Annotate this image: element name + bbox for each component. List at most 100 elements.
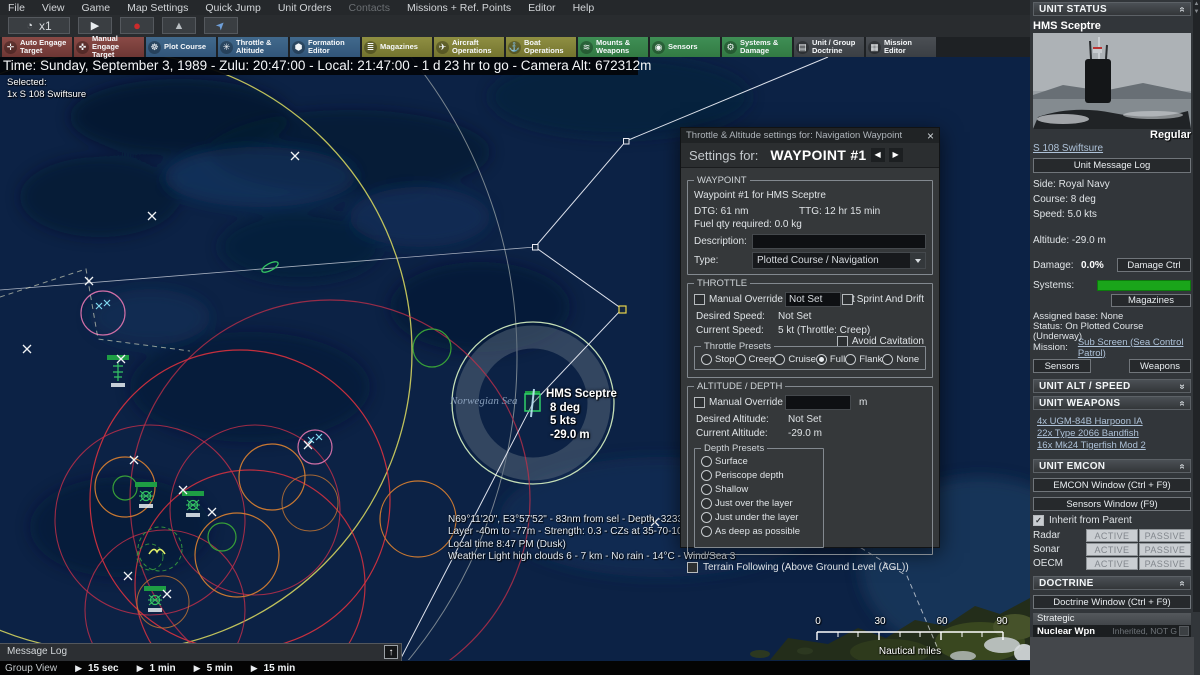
next-waypoint-button[interactable]: ▶: [888, 148, 903, 162]
inherit-from-parent-checkbox[interactable]: ✓: [1033, 515, 1044, 526]
waypoint-marker[interactable]: [623, 138, 630, 145]
sensors-sidebar-button[interactable]: Sensors: [1033, 359, 1091, 373]
sidebar-scrollbar[interactable]: ▲ ▼: [1193, 0, 1200, 612]
close-icon[interactable]: ×: [927, 130, 934, 142]
sprint-drift-checkbox[interactable]: [841, 294, 853, 305]
oecm-active-button[interactable]: ACTIVE: [1086, 557, 1138, 570]
interval-15min[interactable]: 15 min: [264, 663, 296, 674]
mounts-weapons-button[interactable]: ≋ Mounts & Weapons: [578, 37, 648, 57]
menu-unit-orders[interactable]: Unit Orders: [278, 2, 332, 14]
altitude-override-input[interactable]: [785, 395, 851, 410]
menu-file[interactable]: File: [8, 2, 25, 14]
waypoint-type-select[interactable]: Plotted Course / Navigation: [752, 252, 926, 269]
sensors-button[interactable]: ◉ Sensors: [650, 37, 720, 57]
main-toolbar: ✛ Auto Engage Target ✜ Manual Engage Targe…: [0, 34, 1200, 59]
interval-5min[interactable]: 5 min: [207, 663, 233, 674]
sim-speed-button[interactable]: ◔ x1: [8, 17, 70, 34]
unit-weapons-header[interactable]: UNIT WEAPONS «: [1033, 396, 1191, 410]
prev-waypoint-button[interactable]: ◀: [870, 148, 885, 162]
throttle-manual-override-checkbox[interactable]: [694, 294, 705, 305]
map-unit-label[interactable]: HMS Sceptre 8 deg 5 kts -29.0 m: [546, 388, 617, 442]
weapon-link-tigerfish[interactable]: 16x Mk24 Tigerfish Mod 2: [1037, 440, 1146, 451]
plot-course-button[interactable]: ☸ Plot Course: [146, 37, 216, 57]
unit-status-header[interactable]: UNIT STATUS «: [1033, 2, 1191, 16]
play-button[interactable]: ▶: [78, 17, 112, 34]
depth-periscope[interactable]: Periscope depth: [701, 468, 819, 482]
radar-active-button[interactable]: ACTIVE: [1086, 529, 1138, 542]
sonar-passive-button[interactable]: PASSIVE: [1139, 543, 1191, 556]
toolbar-label: Auto Engage Target: [20, 37, 67, 55]
radar-passive-button[interactable]: PASSIVE: [1139, 529, 1191, 542]
description-input[interactable]: [752, 234, 926, 249]
dialog-title-bar[interactable]: Throttle & Altitude settings for: Naviga…: [681, 128, 939, 143]
magazines-sidebar-button[interactable]: Magazines: [1111, 294, 1191, 307]
group-view-label[interactable]: Group View: [5, 663, 57, 674]
menu-editor[interactable]: Editor: [528, 2, 555, 14]
mission-link[interactable]: Sub Screen (Sea Control Patrol): [1078, 337, 1191, 359]
record-button[interactable]: ●: [120, 17, 154, 34]
scroll-down-icon[interactable]: ▼: [1193, 8, 1200, 16]
magazines-button[interactable]: ≣ Magazines: [362, 37, 432, 57]
depth-surface[interactable]: Surface: [701, 454, 819, 468]
nuclear-wpn-dropdown[interactable]: [1179, 626, 1189, 636]
menu-missions-ref-points[interactable]: Missions + Ref. Points: [407, 2, 511, 14]
throttle-altitude-button[interactable]: ✳ Throttle & Altitude: [218, 37, 288, 57]
emcon-window-button[interactable]: EMCON Window (Ctrl + F9): [1033, 478, 1191, 492]
unit-alt-speed-header[interactable]: UNIT ALT / SPEED «: [1033, 379, 1191, 393]
depth-shallow[interactable]: Shallow: [701, 482, 819, 496]
mission-editor-icon: ▦: [868, 40, 881, 54]
damage-ctrl-button[interactable]: Damage Ctrl: [1117, 258, 1191, 272]
weapon-link-bandfish[interactable]: 22x Type 2066 Bandfish: [1037, 428, 1139, 439]
mission-editor-button[interactable]: ▦ Mission Editor: [866, 37, 936, 57]
waypoint-marker[interactable]: [532, 244, 539, 251]
menu-game[interactable]: Game: [82, 2, 111, 14]
waypoint-marker-selected[interactable]: [618, 305, 627, 314]
play-icon: ▶: [193, 662, 201, 673]
scroll-up-icon[interactable]: ▲: [1193, 0, 1200, 8]
message-log-bar[interactable]: Message Log ↑: [0, 643, 402, 661]
message-log-expand-button[interactable]: ↑: [384, 645, 398, 659]
doctrine-window-button[interactable]: Doctrine Window (Ctrl + F9): [1033, 595, 1191, 609]
doctrine-header[interactable]: DOCTRINE «: [1033, 576, 1191, 590]
unit-class-link[interactable]: S 108 Swiftsure: [1033, 143, 1103, 154]
unit-message-log-button[interactable]: Unit Message Log: [1033, 158, 1191, 173]
formation-editor-button[interactable]: ⬢ Formation Editor: [290, 37, 360, 57]
radar-label: Radar: [1033, 530, 1061, 541]
menu-quick-jump[interactable]: Quick Jump: [205, 2, 260, 14]
aircraft-operations-button[interactable]: ✈ Aircraft Operations: [434, 37, 504, 57]
sensors-window-button[interactable]: Sensors Window (F9): [1033, 497, 1191, 511]
terrain-following-checkbox[interactable]: [687, 562, 698, 573]
preset-creep[interactable]: Creep: [734, 354, 774, 365]
depth-under-layer[interactable]: Just under the layer: [701, 510, 819, 524]
preset-none[interactable]: None: [882, 354, 919, 365]
boat-operations-button[interactable]: ⚓ Boat Operations: [506, 37, 576, 57]
throttle-override-input[interactable]: [785, 292, 841, 307]
pointer-button[interactable]: ➤: [204, 17, 238, 34]
dialog-header: Settings for: WAYPOINT #1 ◀ ▶: [681, 143, 939, 168]
auto-engage-target-button[interactable]: ✛ Auto Engage Target: [2, 37, 72, 57]
auto-engage-icon: ✛: [4, 40, 17, 54]
altitude-manual-override-checkbox[interactable]: [694, 397, 705, 408]
weapons-sidebar-button[interactable]: Weapons: [1129, 359, 1191, 373]
unit-group-doctrine-button[interactable]: ▤ Unit / Group Doctrine: [794, 37, 864, 57]
systems-damage-button[interactable]: ⚙ Systems & Damage: [722, 37, 792, 57]
preset-cruise[interactable]: Cruise: [774, 354, 816, 365]
sonar-active-button[interactable]: ACTIVE: [1086, 543, 1138, 556]
preset-full[interactable]: Full: [815, 354, 845, 365]
menu-map-settings[interactable]: Map Settings: [127, 2, 188, 14]
depth-over-layer[interactable]: Just over the layer: [701, 496, 819, 510]
depth-as-deep[interactable]: As deep as possible: [701, 524, 819, 538]
aircraft-operations-icon: ✈: [436, 40, 449, 54]
interval-15sec[interactable]: 15 sec: [88, 663, 119, 674]
weapon-link-harpoon[interactable]: 4x UGM-84B Harpoon IA: [1037, 416, 1143, 427]
preset-flank[interactable]: Flank: [845, 354, 882, 365]
depth-presets-group: Depth Presets Surface Periscope depth Sh…: [694, 443, 824, 548]
systems-damage-icon: ⚙: [724, 40, 737, 54]
menu-view[interactable]: View: [42, 2, 65, 14]
preset-stop[interactable]: Stop: [701, 354, 735, 365]
menu-help[interactable]: Help: [573, 2, 595, 14]
terrain-view-button[interactable]: ▲: [162, 17, 196, 34]
manual-engage-target-button[interactable]: ✜ Manual Engage Target: [74, 34, 144, 59]
oecm-passive-button[interactable]: PASSIVE: [1139, 557, 1191, 570]
unit-emcon-header[interactable]: UNIT EMCON «: [1033, 459, 1191, 473]
